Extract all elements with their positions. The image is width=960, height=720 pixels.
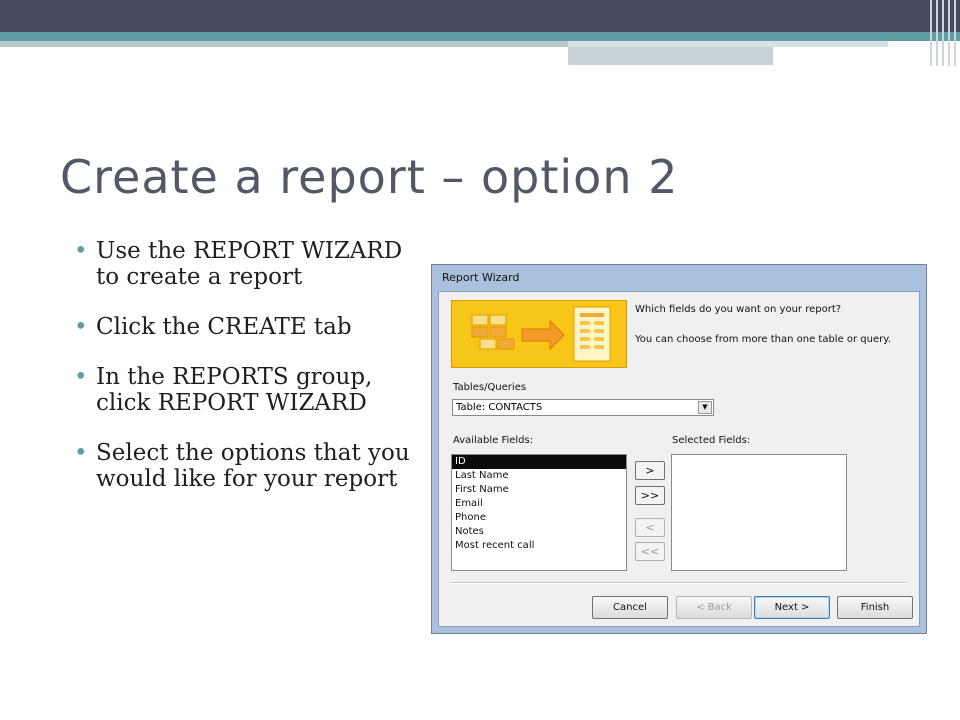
back-button[interactable]: < Back [676, 596, 752, 619]
add-field-button[interactable]: > [635, 461, 665, 480]
dialog-body: Which fields do you want on your report?… [438, 291, 920, 627]
add-all-fields-button[interactable]: >> [635, 486, 665, 505]
dialog-separator [451, 582, 907, 584]
remove-field-button[interactable]: < [635, 518, 665, 537]
bullet-item: In the REPORTS group, click REPORT WIZAR… [74, 364, 419, 416]
slide-top-bar [0, 0, 960, 32]
bullet-item: Use the REPORT WIZARD to create a report [74, 238, 419, 290]
list-item[interactable]: First Name [452, 483, 626, 497]
report-wizard-dialog: Report Wizard Which fields do you want o… [431, 264, 927, 634]
bullet-item: Click the CREATE tab [74, 314, 419, 340]
slide-decor-line [0, 41, 568, 47]
tables-queries-label: Tables/Queries [453, 382, 527, 393]
list-item[interactable]: Last Name [452, 469, 626, 483]
list-item[interactable]: Most recent call [452, 539, 626, 553]
wizard-graphic-icon [451, 300, 627, 368]
wizard-prompt: Which fields do you want on your report? [635, 304, 842, 315]
dropdown-arrow-icon[interactable]: ▼ [698, 401, 712, 414]
dialog-title: Report Wizard [442, 271, 520, 284]
available-fields-list[interactable]: ID Last Name First Name Email Phone Note… [451, 454, 627, 571]
slide-decor-line [568, 47, 773, 65]
wizard-prompt-detail: You can choose from more than one table … [635, 334, 891, 345]
list-item[interactable]: ID [452, 455, 626, 469]
available-fields-label: Available Fields: [453, 435, 534, 446]
next-button[interactable]: Next > [754, 596, 830, 619]
finish-button[interactable]: Finish [837, 596, 913, 619]
list-item[interactable]: Phone [452, 511, 626, 525]
slide-accent-line [0, 32, 960, 41]
selected-fields-list[interactable] [671, 454, 847, 571]
list-item[interactable]: Email [452, 497, 626, 511]
cancel-button[interactable]: Cancel [592, 596, 668, 619]
remove-all-fields-button[interactable]: << [635, 542, 665, 561]
slide-title: Create a report – option 2 [60, 150, 679, 204]
bullet-item: Select the options that you would like f… [74, 440, 419, 492]
slide-bullet-list: Use the REPORT WIZARD to create a report… [74, 238, 419, 516]
tables-queries-value: Table: CONTACTS [456, 402, 543, 413]
slide-corner-stripes [926, 0, 960, 66]
selected-fields-label: Selected Fields: [672, 435, 751, 446]
list-item[interactable]: Notes [452, 525, 626, 539]
tables-queries-dropdown[interactable]: Table: CONTACTS ▼ [452, 399, 714, 416]
